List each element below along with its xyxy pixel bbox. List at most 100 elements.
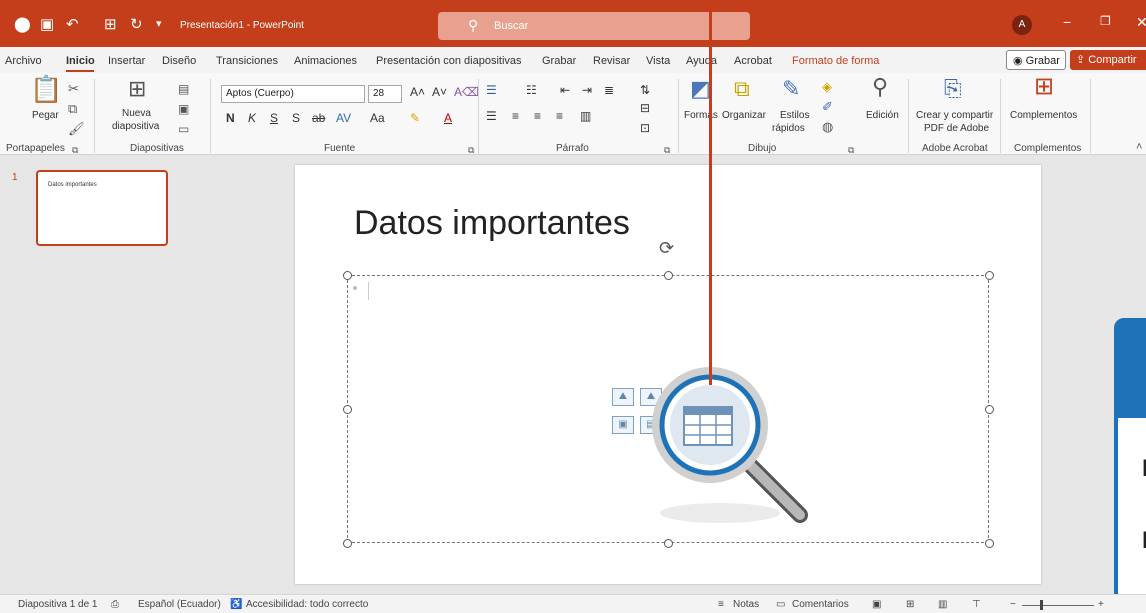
collapse-ribbon-icon[interactable]: ˄ [1136,139,1142,155]
editing-label[interactable]: Edición [866,110,899,122]
resize-handle[interactable] [664,539,673,548]
rotate-handle-icon[interactable]: ⟳ [659,238,674,259]
shapes-icon[interactable]: ◩ [690,78,711,100]
quick-styles-label-2[interactable]: rápidos [772,123,805,135]
spellcheck-icon[interactable]: ⎙ [111,599,119,610]
magnifier-table-icon[interactable] [640,355,830,530]
tab-transiciones[interactable]: Transiciones [216,55,278,67]
zoom-out-icon[interactable]: − [1010,599,1016,610]
char-spacing-icon[interactable]: AV [336,111,351,125]
tab-animaciones[interactable]: Animaciones [294,55,357,67]
accessibility-icon[interactable]: ♿ [230,599,242,610]
font-name-select[interactable]: Aptos (Cuerpo) [221,85,365,103]
save-icon[interactable]: ▣ [40,17,54,32]
paste-icon[interactable]: 📋 [30,76,62,102]
italic-button[interactable]: K [248,111,256,125]
accessibility-status[interactable]: Accesibilidad: todo correcto [246,599,368,610]
create-pdf-label[interactable]: Crear y compartir [916,110,993,122]
new-slide-label-2[interactable]: diapositiva [112,121,159,133]
resize-handle[interactable] [985,405,994,414]
align-center-icon[interactable]: ≡ [512,109,519,123]
decrease-indent-icon[interactable]: ⇤ [560,83,570,97]
resize-handle[interactable] [985,539,994,548]
text-direction-icon[interactable]: ⇅ [640,83,650,97]
create-pdf-icon[interactable]: ⎘ [944,78,962,100]
tab-insertar[interactable]: Insertar [108,55,145,67]
slide-thumbnail[interactable]: Datos importantes [36,170,168,246]
increase-indent-icon[interactable]: ⇥ [582,83,592,97]
bullets-icon[interactable]: ☰ [486,83,497,97]
notes-icon[interactable]: ≡ [718,599,724,610]
zoom-slider[interactable] [1022,605,1094,606]
cut-icon[interactable]: ✂ [68,81,79,97]
tab-ayuda[interactable]: Ayuda [686,55,717,67]
numbering-icon[interactable]: ☷ [526,83,537,97]
normal-view-icon[interactable]: ▣ [872,599,881,610]
tab-grabar[interactable]: Grabar [542,55,576,67]
tab-acrobat[interactable]: Acrobat [734,55,772,67]
clear-format-icon[interactable]: A⌫ [454,85,479,99]
tab-inicio[interactable]: Inicio [66,55,95,67]
underline-button[interactable]: S [270,111,278,125]
quick-styles-label[interactable]: Estilos [780,110,809,122]
insert-picture-icon[interactable]: ▣ [612,416,634,434]
shadow-button[interactable]: S [292,111,300,125]
layout-icon[interactable]: ▤ [178,81,189,97]
zoom-in-icon[interactable]: + [1098,599,1104,610]
redo-icon[interactable]: ↻ [130,17,143,32]
slideshow-icon[interactable]: ⊤ [972,599,981,610]
align-left-icon[interactable]: ☰ [486,109,497,123]
new-slide-label[interactable]: Nueva [122,108,151,120]
comments-icon[interactable]: ▭ [776,599,785,610]
search-box[interactable]: ⚲ Buscar [438,12,750,40]
tab-revisar[interactable]: Revisar [593,55,630,67]
resize-handle[interactable] [343,271,352,280]
new-slide-icon[interactable]: ⊞ [128,78,146,100]
tab-formato-de-forma[interactable]: Formato de forma [792,55,879,67]
comments-button[interactable]: Comentarios [792,599,849,610]
editing-icon[interactable]: ⚲ [872,76,888,98]
change-case-button[interactable]: Aa [370,111,385,125]
slide-sorter-icon[interactable]: ⊞ [906,599,914,610]
share-button[interactable]: ⇪ Compartir [1070,50,1146,70]
slide-title[interactable]: Datos importantes [354,204,630,243]
shapes-label[interactable]: Formas [684,110,718,122]
undo-icon[interactable]: ↶ [66,17,79,32]
section-icon[interactable]: ▭ [178,121,189,137]
strikethrough-button[interactable]: ab [312,111,325,125]
tab-vista[interactable]: Vista [646,55,670,67]
insert-image-icon[interactable]: ⛰ [612,388,634,406]
customize-toolbar-icon[interactable]: ▾ [156,17,162,32]
arrange-label[interactable]: Organizar [722,110,766,122]
record-button[interactable]: ◉ Grabar [1006,50,1066,70]
shape-effects-icon[interactable]: ◍ [822,119,833,135]
restore-icon[interactable]: ❐ [1100,14,1111,28]
decrease-font-icon[interactable]: A˅ [432,85,447,99]
close-icon[interactable]: ✕ [1136,14,1146,31]
font-color-icon[interactable]: A [444,111,452,125]
shape-fill-icon[interactable]: ◈ [822,79,832,95]
tab-diseno[interactable]: Diseño [162,55,196,67]
smartart-icon[interactable]: ⊡ [640,121,650,135]
resize-handle[interactable] [343,405,352,414]
arrange-icon[interactable]: ⧉ [734,78,750,100]
avatar[interactable]: A [1012,15,1032,35]
language[interactable]: Español (Ecuador) [138,599,221,610]
addins-icon[interactable]: ⊞ [1034,75,1054,99]
resize-handle[interactable] [343,539,352,548]
reading-view-icon[interactable]: ▥ [938,599,947,610]
addins-label[interactable]: Complementos [1010,110,1077,122]
resize-handle[interactable] [664,271,673,280]
bold-button[interactable]: N [226,111,235,125]
resize-handle[interactable] [985,271,994,280]
create-pdf-label-2[interactable]: PDF de Adobe [924,123,989,135]
drawing-launcher-icon[interactable]: ⧉ [848,142,854,158]
quick-styles-icon[interactable]: ✎ [782,78,800,100]
tab-archivo[interactable]: Archivo [5,55,42,67]
shape-outline-icon[interactable]: ✐ [822,99,833,115]
notes-button[interactable]: Notas [733,599,759,610]
paragraph-launcher-icon[interactable]: ⧉ [664,142,670,158]
columns-icon[interactable]: ▥ [580,109,591,123]
paste-label[interactable]: Pegar [32,110,59,122]
minimize-icon[interactable]: − [1063,14,1071,30]
